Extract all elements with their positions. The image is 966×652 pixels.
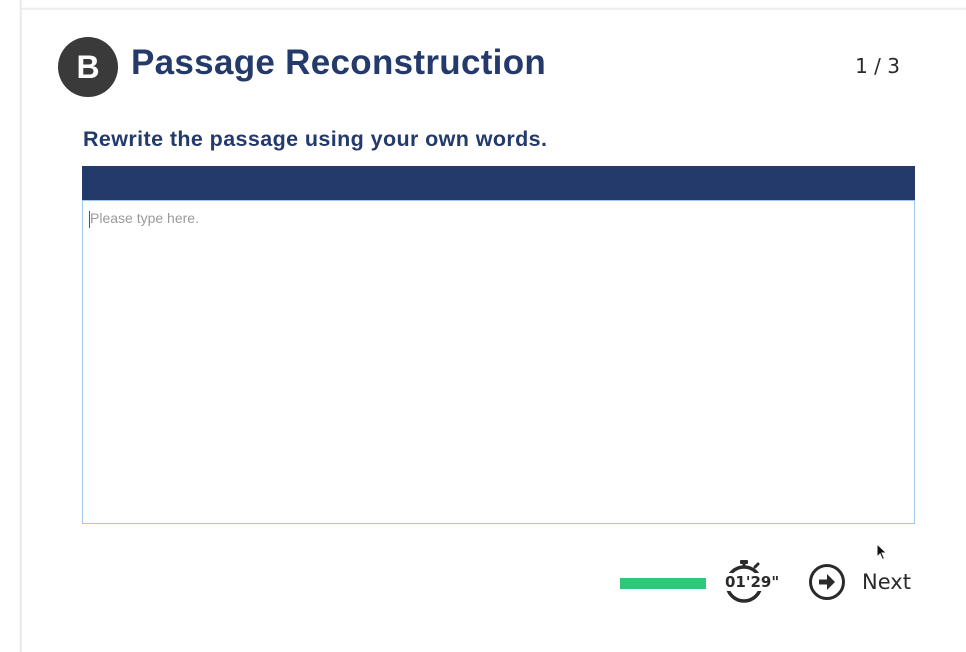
- editor-toolbar: [82, 166, 915, 200]
- timer-readout: 01'29": [724, 573, 781, 591]
- window-left-edge: [0, 0, 22, 652]
- text-caret: [89, 211, 90, 228]
- answer-input[interactable]: [83, 201, 914, 523]
- task-instruction: Rewrite the passage using your own words…: [83, 127, 548, 151]
- time-remaining-fill: [620, 578, 706, 589]
- arrow-right-circle-icon: [809, 564, 845, 600]
- next-label: Next: [862, 570, 911, 594]
- window-top-edge: [22, 0, 966, 10]
- mouse-pointer-icon: [876, 543, 888, 561]
- page-title: Passage Reconstruction: [131, 43, 547, 82]
- question-progress: 1 / 3: [855, 54, 900, 78]
- answer-box: [82, 200, 915, 524]
- next-button[interactable]: Next: [808, 563, 911, 601]
- section-badge: B: [58, 37, 118, 97]
- time-remaining-bar: [620, 578, 706, 589]
